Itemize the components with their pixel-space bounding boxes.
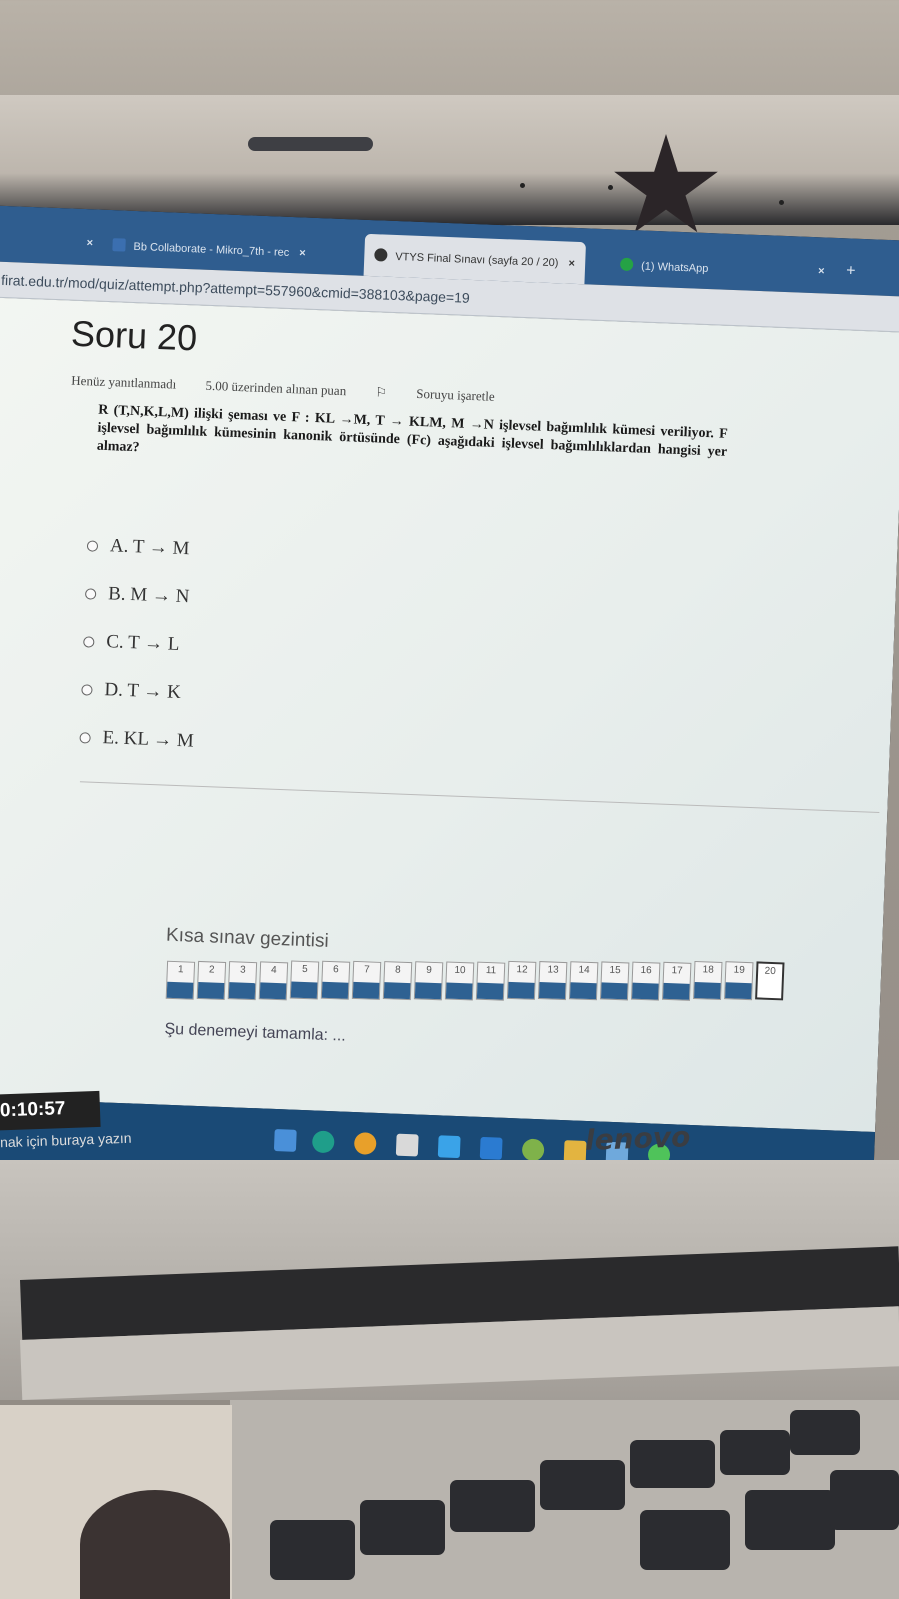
radio-button[interactable] <box>86 539 99 552</box>
keyboard-key <box>790 1410 860 1455</box>
quiz-nav-button[interactable]: 16 <box>630 961 661 1001</box>
option-label: C. T → L <box>105 631 180 655</box>
laptop-screen: × Bb Collaborate - Mikro_7th - rec × VTYS… <box>0 205 899 1200</box>
quiz-nav-button[interactable]: 8 <box>382 961 413 1001</box>
option-label: D. T → K <box>104 679 182 704</box>
tab-previous[interactable]: × <box>66 222 104 265</box>
keyboard-key <box>360 1500 445 1555</box>
close-icon[interactable]: × <box>818 265 825 277</box>
keyboard-key <box>450 1480 535 1532</box>
quiz-navigation-grid: 1 2 3 4 5 6 7 8 9 10 11 12 13 14 15 16 17 18 19 20 <box>165 960 785 1023</box>
quiz-navigation-title: Kısa sınav gezintisi <box>165 924 330 952</box>
quiz-nav-button[interactable]: 14 <box>568 961 599 1001</box>
keyboard-key <box>745 1490 835 1550</box>
keyboard <box>230 1400 899 1599</box>
mail-icon[interactable] <box>273 1128 297 1152</box>
keyboard-key <box>720 1430 790 1475</box>
radio-button[interactable] <box>79 731 91 744</box>
close-icon[interactable]: × <box>568 258 575 270</box>
quiz-nav-button[interactable]: 20 <box>755 961 785 1001</box>
quiz-nav-button[interactable]: 6 <box>320 960 351 1000</box>
option-label: B. M → N <box>107 583 190 608</box>
option-e[interactable]: E. KL → M <box>79 713 195 765</box>
close-icon[interactable]: × <box>299 247 306 259</box>
keyboard-key <box>630 1440 715 1488</box>
id-card-photo <box>80 1490 230 1599</box>
answer-options: A. T → M B. M → N C. T → L D. T → K E. K… <box>79 521 202 765</box>
quiz-nav-button[interactable]: 15 <box>599 961 630 1001</box>
question-title: Soru 20 <box>70 312 198 359</box>
new-tab-button[interactable]: + <box>835 252 866 295</box>
flag-label: Soruyu işaretle <box>416 385 495 404</box>
brand-logo: lenovo <box>584 1120 691 1157</box>
quiz-nav-button[interactable]: 5 <box>289 960 320 1000</box>
keyboard-key <box>540 1460 625 1510</box>
tab-whatsapp-close[interactable]: × <box>797 250 835 293</box>
bezel-dot <box>608 185 613 190</box>
option-a[interactable]: A. T → M <box>86 521 202 573</box>
quiz-timer: 0:10:57 <box>0 1090 101 1132</box>
character-icon[interactable] <box>521 1138 545 1162</box>
quiz-nav-button[interactable]: 1 <box>165 960 196 1000</box>
bezel-dot <box>520 183 525 188</box>
radio-button[interactable] <box>83 635 95 648</box>
keyboard-key <box>830 1470 899 1530</box>
quiz-nav-button[interactable]: 4 <box>258 960 289 1000</box>
tab-label: Bb Collaborate - Mikro_7th - rec <box>133 240 290 259</box>
option-d[interactable]: D. T → K <box>81 665 197 717</box>
flag-question[interactable]: ⚐ Soruyu işaretle <box>375 384 521 405</box>
quiz-nav-button[interactable]: 12 <box>506 961 537 1001</box>
app-icon[interactable] <box>479 1136 503 1160</box>
edge-icon[interactable] <box>311 1130 335 1154</box>
radio-button[interactable] <box>81 683 93 696</box>
quiz-nav-button[interactable]: 18 <box>693 961 723 1001</box>
bezel-dot <box>779 200 784 205</box>
tab-label: VTYS Final Sınavı (sayfa 20 / 20) <box>395 250 559 270</box>
question-status: Henüz yanıtlanmadı <box>71 372 177 392</box>
quiz-nav-button[interactable]: 19 <box>724 961 754 1001</box>
option-b[interactable]: B. M → N <box>84 569 200 621</box>
whatsapp-icon <box>619 257 634 272</box>
keyboard-key <box>270 1520 355 1580</box>
moodle-icon <box>374 248 388 262</box>
quiz-nav-button[interactable]: 9 <box>413 961 444 1001</box>
keyboard-key <box>640 1510 730 1570</box>
quiz-nav-button[interactable]: 13 <box>537 961 568 1001</box>
chrome-icon[interactable] <box>353 1132 377 1155</box>
question-text: R (T,N,K,L,M) ilişki şeması ve F : KL →M… <box>96 402 729 460</box>
flag-icon: ⚐ <box>375 384 391 400</box>
quiz-page: Soru 20 Henüz yanıtlanmadı 5.00 üzerinde… <box>0 296 899 1133</box>
store-icon[interactable] <box>395 1133 419 1157</box>
finish-attempt-link[interactable]: Şu denemeyi tamamla: ... <box>164 1021 346 1046</box>
question-points: 5.00 üzerinden alınan puan <box>205 377 347 399</box>
quiz-nav-button[interactable]: 11 <box>475 961 506 1001</box>
tab-whatsapp[interactable]: (1) WhatsApp <box>609 243 719 289</box>
quiz-nav-button[interactable]: 3 <box>227 960 258 1000</box>
option-label: A. T → M <box>109 535 190 560</box>
tab-label: (1) WhatsApp <box>640 260 709 276</box>
monitor-icon[interactable] <box>437 1135 461 1159</box>
quiz-nav-button[interactable]: 17 <box>662 961 692 1001</box>
quiz-nav-button[interactable]: 7 <box>351 960 382 1001</box>
option-c[interactable]: C. T → L <box>82 617 198 669</box>
quiz-nav-button[interactable]: 10 <box>444 961 475 1001</box>
close-icon[interactable]: × <box>86 237 93 249</box>
quiz-nav-button[interactable]: 2 <box>196 960 227 1000</box>
webcam <box>248 137 373 151</box>
divider <box>79 781 880 813</box>
collaborate-icon <box>112 238 126 252</box>
radio-button[interactable] <box>84 587 97 600</box>
laptop-bezel <box>0 95 899 225</box>
option-label: E. KL → M <box>102 727 195 752</box>
question-meta: Henüz yanıtlanmadı 5.00 üzerinden alınan… <box>71 373 547 407</box>
